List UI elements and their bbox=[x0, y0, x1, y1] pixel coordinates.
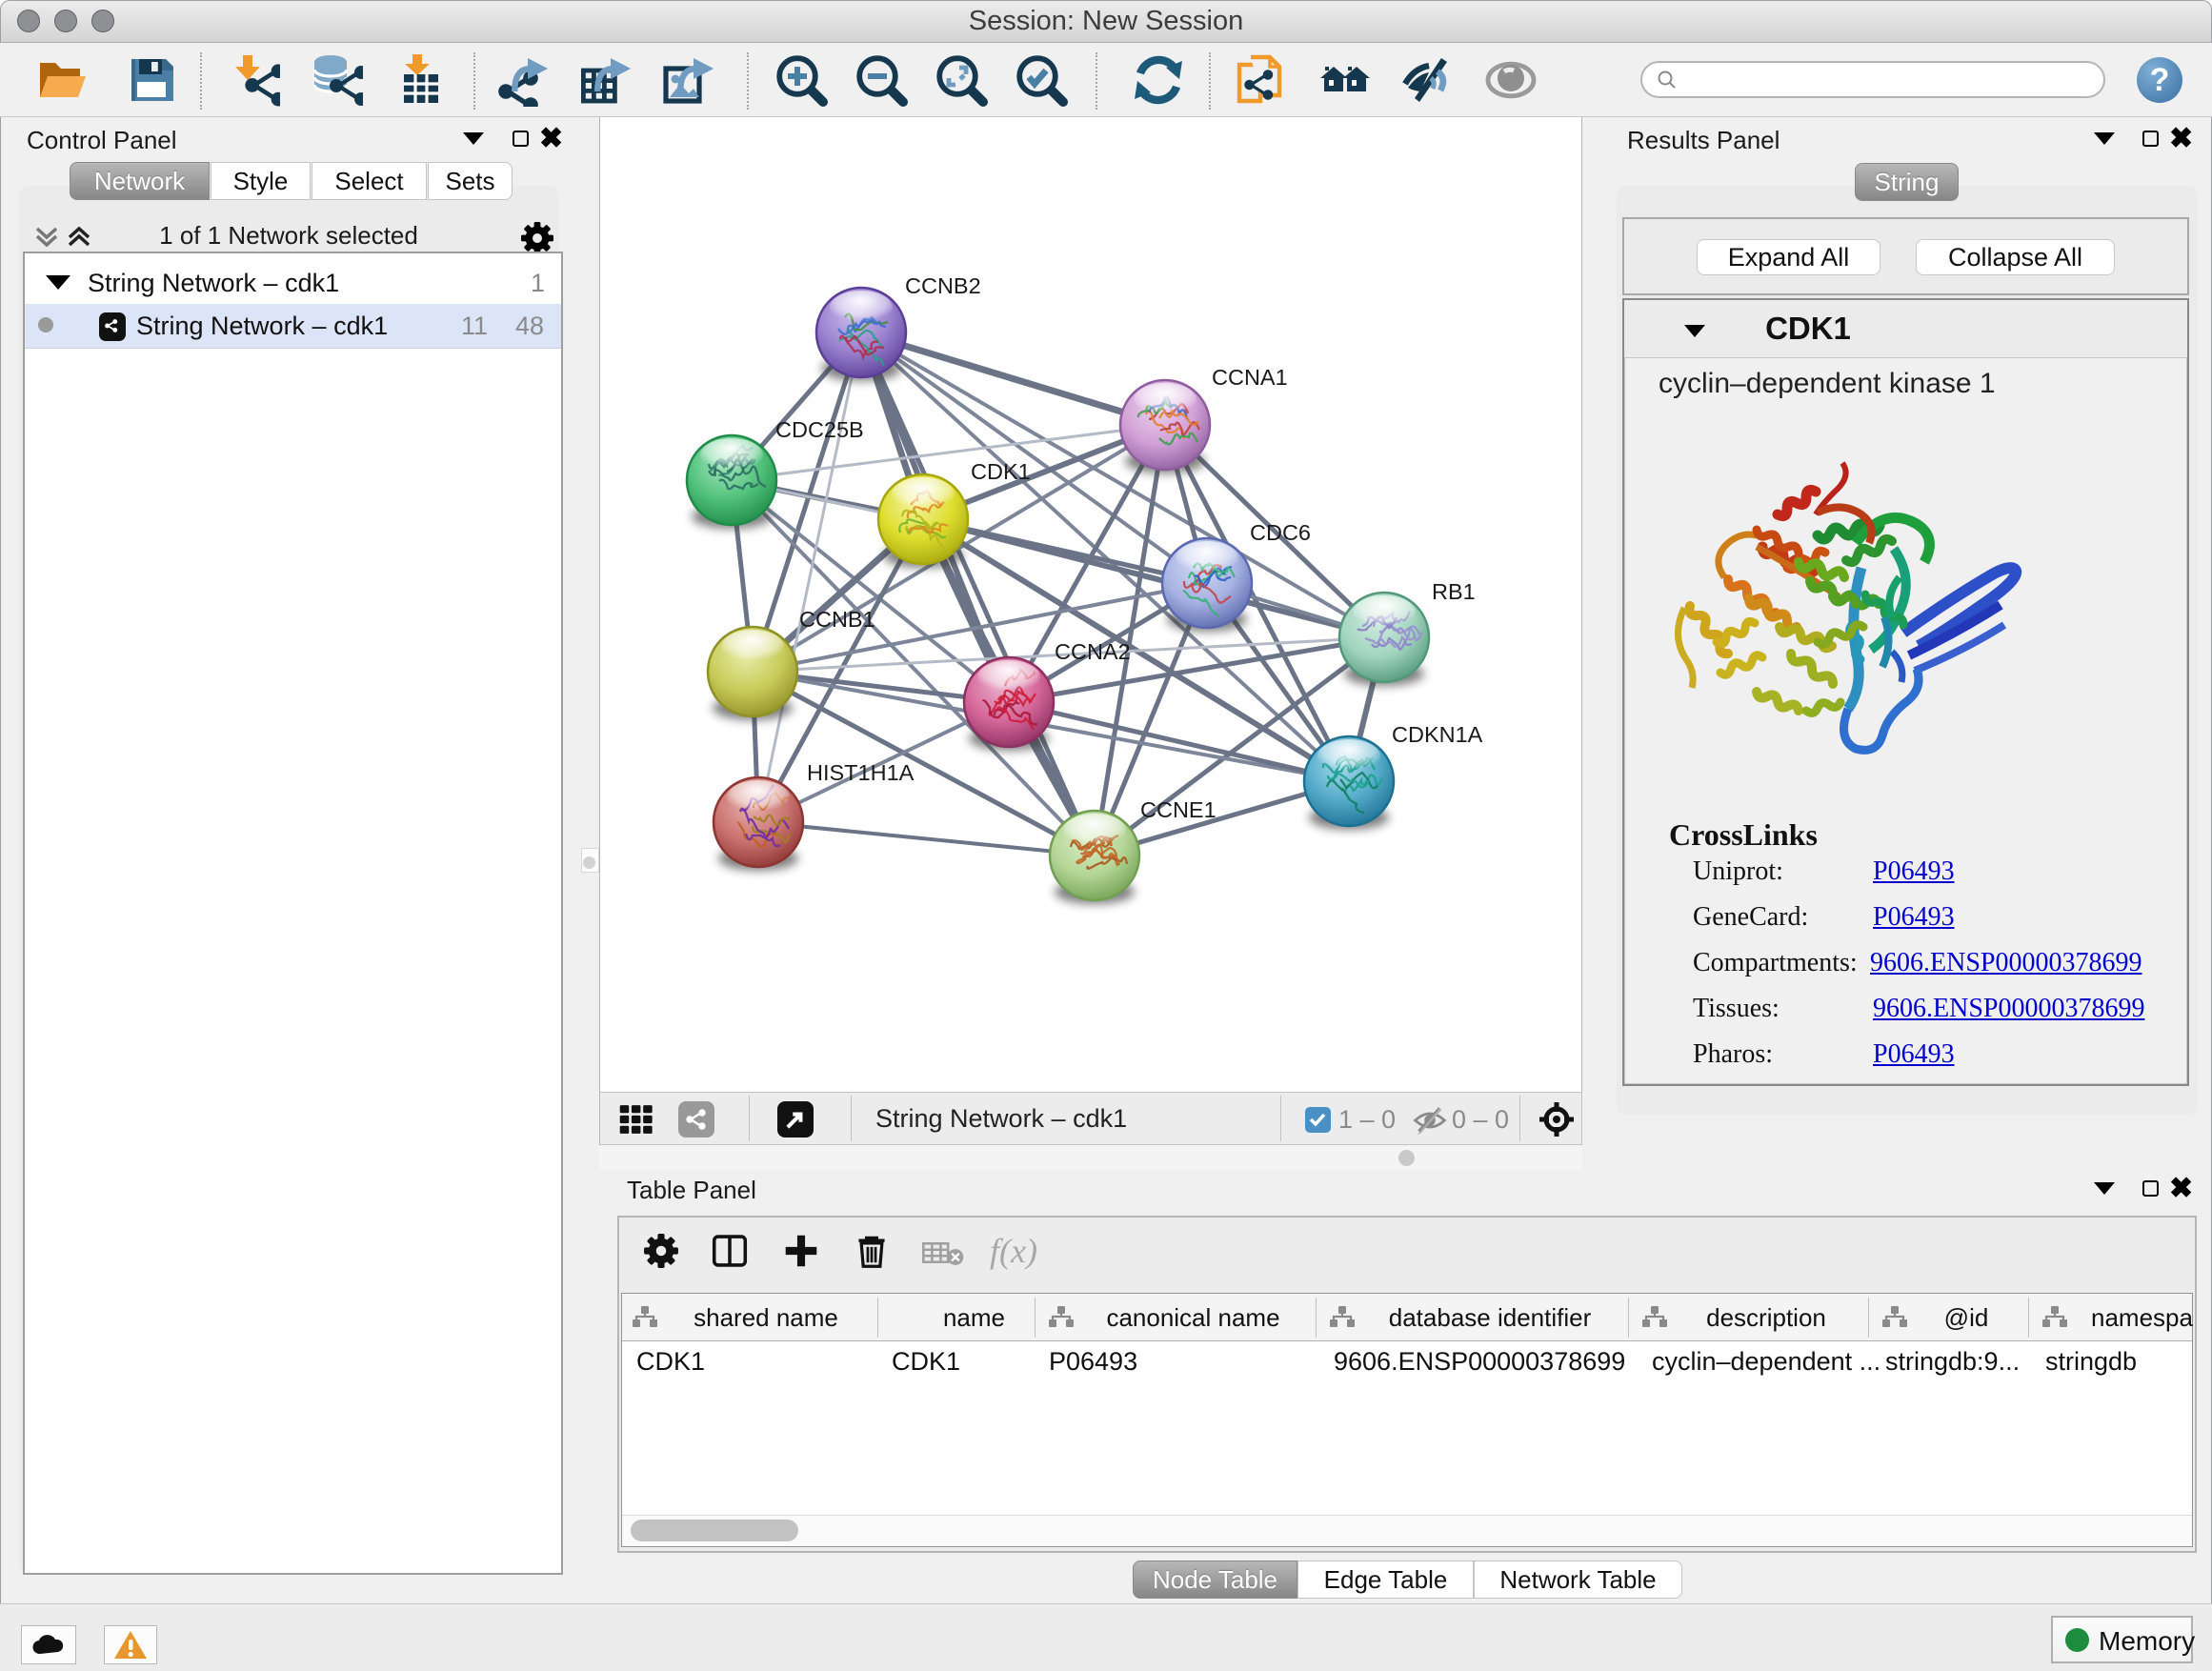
svg-text:HIST1H1A: HIST1H1A bbox=[807, 760, 915, 785]
svg-text:CDKN1A: CDKN1A bbox=[1392, 722, 1483, 747]
svg-text:RB1: RB1 bbox=[1432, 579, 1476, 604]
svg-text:CCNA2: CCNA2 bbox=[1055, 639, 1131, 664]
svg-text:CDK1: CDK1 bbox=[971, 459, 1031, 484]
svg-text:CCNB1: CCNB1 bbox=[799, 607, 875, 632]
svg-text:CDC6: CDC6 bbox=[1250, 520, 1311, 545]
svg-text:CCNA1: CCNA1 bbox=[1212, 365, 1288, 390]
svg-text:CDC25B: CDC25B bbox=[775, 417, 864, 442]
svg-text:CCNE1: CCNE1 bbox=[1140, 797, 1217, 822]
svg-text:CCNB2: CCNB2 bbox=[905, 273, 981, 298]
